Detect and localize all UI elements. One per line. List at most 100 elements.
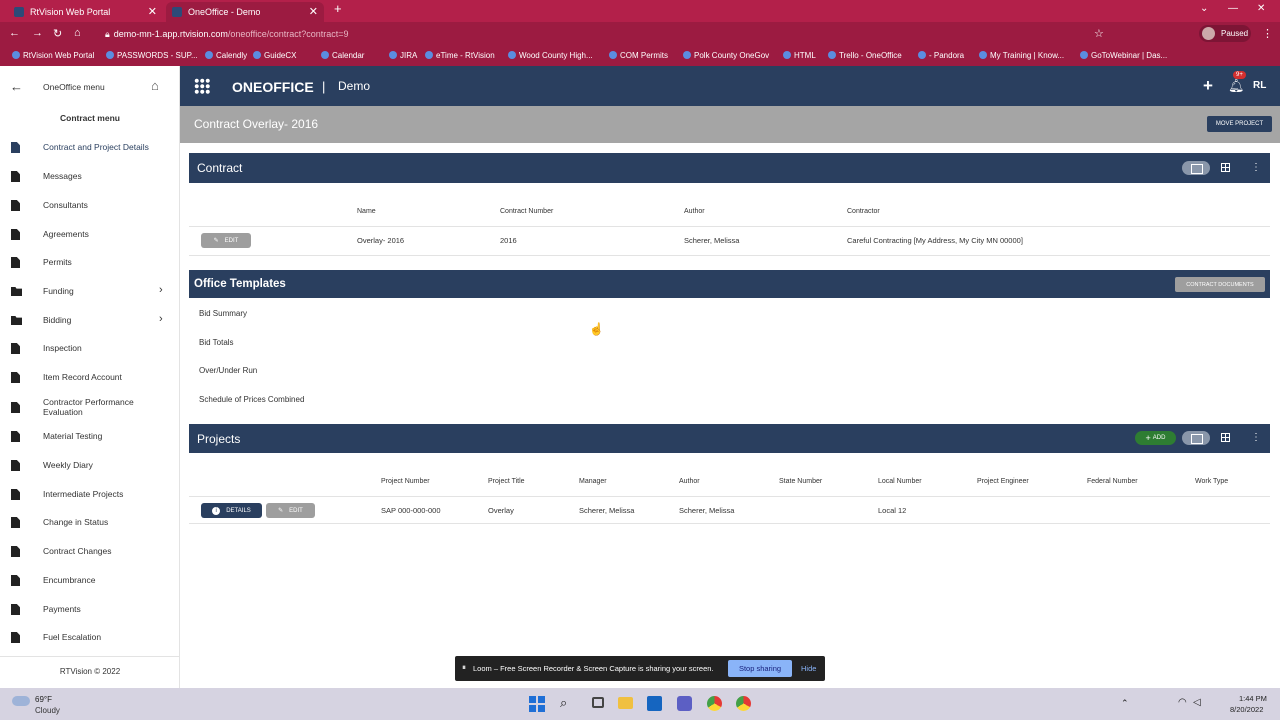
sidebar-item[interactable]: Material Testing (0, 426, 180, 448)
reload-icon[interactable]: ↻ (53, 27, 62, 40)
clock-date[interactable]: 8/20/2022 (1230, 705, 1263, 714)
bookmark-item[interactable]: My Training | Know... (979, 51, 1064, 60)
chrome-active-icon[interactable] (736, 696, 751, 711)
sidebar-item[interactable]: Bidding › (0, 310, 180, 332)
close-window-icon[interactable]: ✕ (1257, 3, 1265, 14)
windows-start-icon[interactable] (529, 696, 545, 712)
projects-title: Projects (197, 432, 241, 446)
file-explorer-icon[interactable] (618, 697, 633, 709)
bookmark-star-icon[interactable]: ☆ (1094, 27, 1104, 40)
move-project-button[interactable]: MOVE PROJECT (1207, 116, 1272, 132)
document-icon (11, 142, 20, 153)
apps-grid-icon[interactable] (194, 78, 210, 94)
document-icon (11, 575, 20, 586)
sidebar-item[interactable]: Consultants (0, 195, 180, 217)
sidebar-item[interactable]: Payments (0, 599, 180, 621)
document-icon (11, 200, 20, 211)
document-icon (11, 632, 20, 643)
grid-view-icon[interactable] (1221, 433, 1230, 442)
loom-message: Loom – Free Screen Recorder & Screen Cap… (473, 664, 714, 673)
add-project-button[interactable]: + ADD (1135, 431, 1176, 445)
bookmark-item[interactable]: PASSWORDS - SUP... (106, 51, 198, 60)
sidebar-item[interactable]: Fuel Escalation (0, 627, 180, 649)
clock-time[interactable]: 1:44 PM (1239, 694, 1267, 703)
bookmark-item[interactable]: - Pandora (918, 51, 964, 60)
back-arrow-icon[interactable]: ← (10, 79, 23, 94)
user-initials[interactable]: RL (1253, 80, 1266, 91)
contract-documents-button[interactable]: CONTRACT DOCUMENTS (1175, 277, 1265, 292)
edit-contract-button[interactable]: ✎ EDIT (201, 233, 251, 248)
bookmark-item[interactable]: RtVision Web Portal (12, 51, 94, 60)
minimize-icon[interactable]: — (1228, 3, 1238, 14)
bookmark-item[interactable]: GuideCX (253, 51, 296, 60)
address-bar[interactable]: 🔒︎ demo-mn-1.app.rtvision.com/oneoffice/… (95, 25, 1015, 43)
bell-icon[interactable]: 🔔︎ (1228, 78, 1245, 94)
pause-icon[interactable]: ⏸ (462, 663, 466, 673)
sidebar-item[interactable]: Item Record Account (0, 367, 180, 389)
add-icon[interactable]: + (1203, 76, 1213, 96)
template-link[interactable]: Bid Totals (199, 338, 234, 347)
sidebar-item-label: Bidding (43, 315, 72, 325)
bookmark-item[interactable]: Polk County OneGov (683, 51, 769, 60)
bookmark-item[interactable]: HTML (783, 51, 816, 60)
new-tab-icon[interactable]: + (334, 1, 342, 16)
sidebar-item[interactable]: Contract Changes (0, 541, 180, 563)
grid-view-icon[interactable] (1221, 163, 1230, 172)
bookmark-item[interactable]: GoToWebinar | Das... (1080, 51, 1167, 60)
card-view-toggle[interactable] (1182, 161, 1210, 175)
close-tab-icon[interactable]: ✕ (309, 5, 318, 18)
forward-icon[interactable]: → (32, 27, 43, 39)
volume-icon[interactable]: ◁ (1193, 697, 1201, 708)
teams-icon[interactable] (677, 696, 692, 711)
pencil-icon: ✎ (213, 238, 219, 244)
profile-button[interactable]: Paused (1199, 25, 1251, 42)
column-header: Project Number (381, 478, 430, 485)
bookmark-item[interactable]: COM Permits (609, 51, 668, 60)
bookmark-item[interactable]: eTime - RtVision (425, 51, 495, 60)
stop-sharing-button[interactable]: Stop sharing (728, 660, 792, 677)
tab-search-icon[interactable]: ⌄ (1200, 3, 1208, 14)
sidebar-item[interactable]: Contract and Project Details (0, 137, 180, 159)
sidebar-item[interactable]: Messages (0, 166, 180, 188)
more-options-icon[interactable]: ⋮ (1251, 162, 1261, 173)
sidebar-item[interactable]: Contractor Performance Evaluation (0, 397, 180, 419)
bookmark-item[interactable]: Calendly (205, 51, 247, 60)
card-view-toggle[interactable] (1182, 431, 1210, 445)
bookmark-item[interactable]: Calendar (321, 51, 364, 60)
close-tab-icon[interactable]: ✕ (148, 5, 157, 18)
outlook-icon[interactable] (647, 696, 662, 711)
wifi-icon[interactable]: ◠ (1178, 697, 1187, 708)
project-details-button[interactable]: i DETAILS (201, 503, 262, 518)
more-options-icon[interactable]: ⋮ (1251, 432, 1261, 443)
sidebar-item[interactable]: Funding › (0, 281, 180, 303)
back-icon[interactable]: ← (9, 27, 20, 39)
chevron-up-icon[interactable]: ⌃ (1121, 698, 1129, 709)
sidebar-item-label: Messages (43, 171, 82, 181)
project-local-number: Local 12 (878, 506, 907, 515)
edit-project-button[interactable]: ✎ EDIT (266, 503, 315, 518)
task-view-icon[interactable] (592, 697, 604, 708)
rtvision-favicon-icon (14, 7, 24, 17)
home-icon[interactable]: ⌂ (151, 78, 159, 93)
bookmark-item[interactable]: JIRA (389, 51, 417, 60)
folder-icon (11, 287, 22, 296)
sidebar-item[interactable]: Permits (0, 252, 180, 274)
sidebar-item[interactable]: Intermediate Projects (0, 484, 180, 506)
template-link[interactable]: Bid Summary (199, 309, 247, 318)
browser-menu-icon[interactable]: ⋮ (1262, 27, 1273, 40)
sidebar-item[interactable]: Inspection (0, 338, 180, 360)
sidebar-item[interactable]: Weekly Diary (0, 455, 180, 477)
chrome-icon[interactable] (707, 696, 722, 711)
template-link[interactable]: Schedule of Prices Combined (199, 395, 304, 404)
hide-button[interactable]: Hide (801, 664, 816, 673)
browser-tab-oneoffice[interactable]: OneOffice - Demo ✕ (166, 2, 324, 22)
bookmark-item[interactable]: Wood County High... (508, 51, 593, 60)
sidebar-item[interactable]: Encumbrance (0, 570, 180, 592)
sidebar-item[interactable]: Change in Status (0, 512, 180, 534)
browser-tab-rtvision[interactable]: RtVision Web Portal ✕ (8, 2, 163, 22)
home-icon[interactable]: ⌂ (74, 27, 81, 39)
search-icon[interactable]: ⌕ (560, 695, 567, 711)
template-link[interactable]: Over/Under Run (199, 366, 257, 375)
bookmark-item[interactable]: Trello - OneOffice (828, 51, 902, 60)
sidebar-item[interactable]: Agreements (0, 224, 180, 246)
